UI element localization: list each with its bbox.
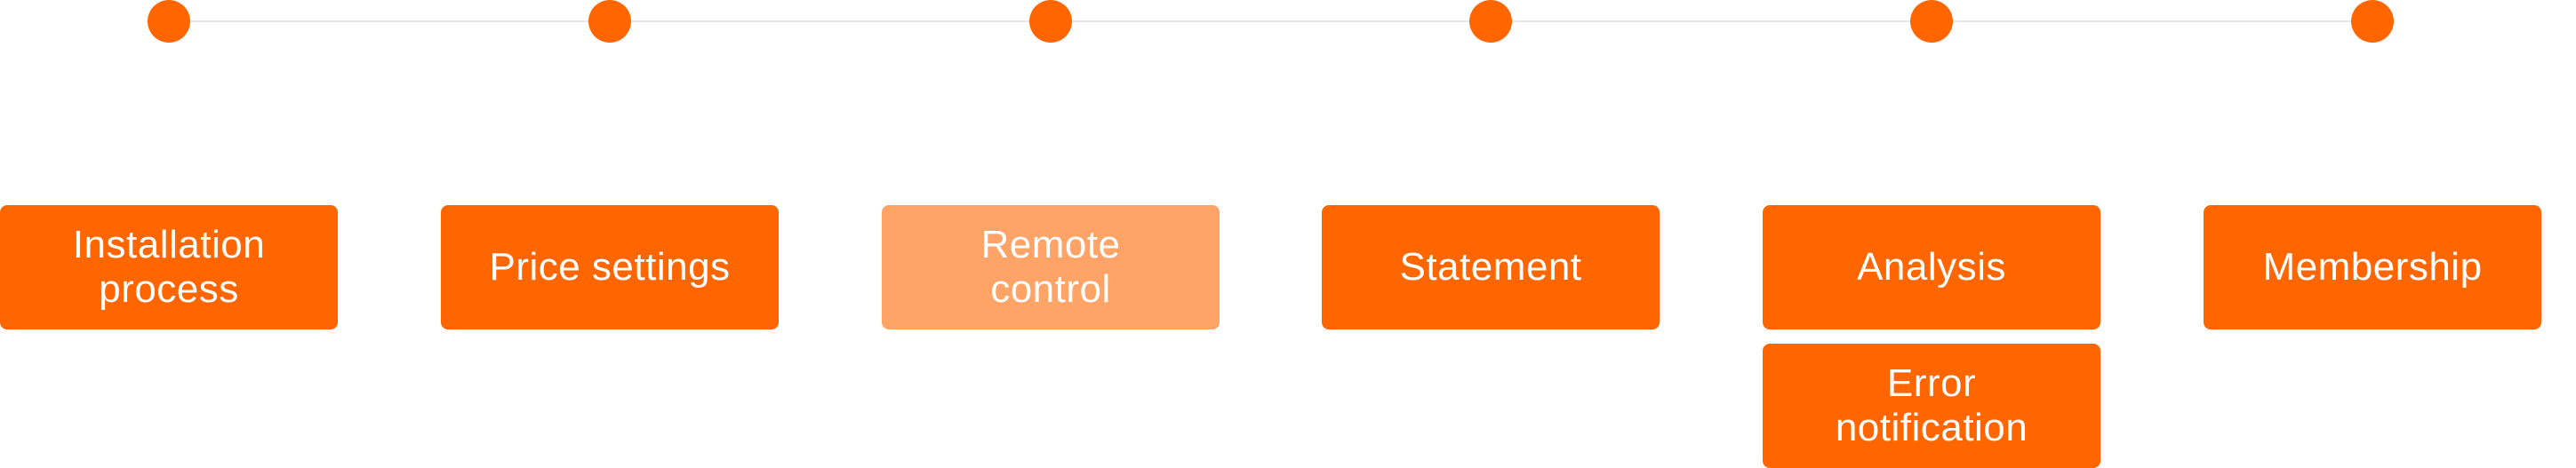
step-installation-process[interactable]: Installation process [0,205,338,329]
step-error-notification[interactable]: Error notification [1763,344,2100,468]
timeline-dot-installation [148,0,190,43]
step-analysis[interactable]: Analysis [1763,205,2100,329]
timeline-dot-remote-control [1029,0,1072,43]
step-remote-control[interactable]: Remote control [882,205,1220,329]
timeline-dot-analysis [1910,0,1953,43]
step-price-settings[interactable]: Price settings [441,205,779,329]
step-membership[interactable]: Membership [2204,205,2541,329]
process-timeline: Installation process Price settings Remo… [0,0,2576,468]
timeline-connector [169,20,2372,22]
timeline-dot-membership [2351,0,2394,43]
timeline-dot-statement [1469,0,1512,43]
timeline-dot-price-settings [588,0,631,43]
step-statement[interactable]: Statement [1322,205,1660,329]
